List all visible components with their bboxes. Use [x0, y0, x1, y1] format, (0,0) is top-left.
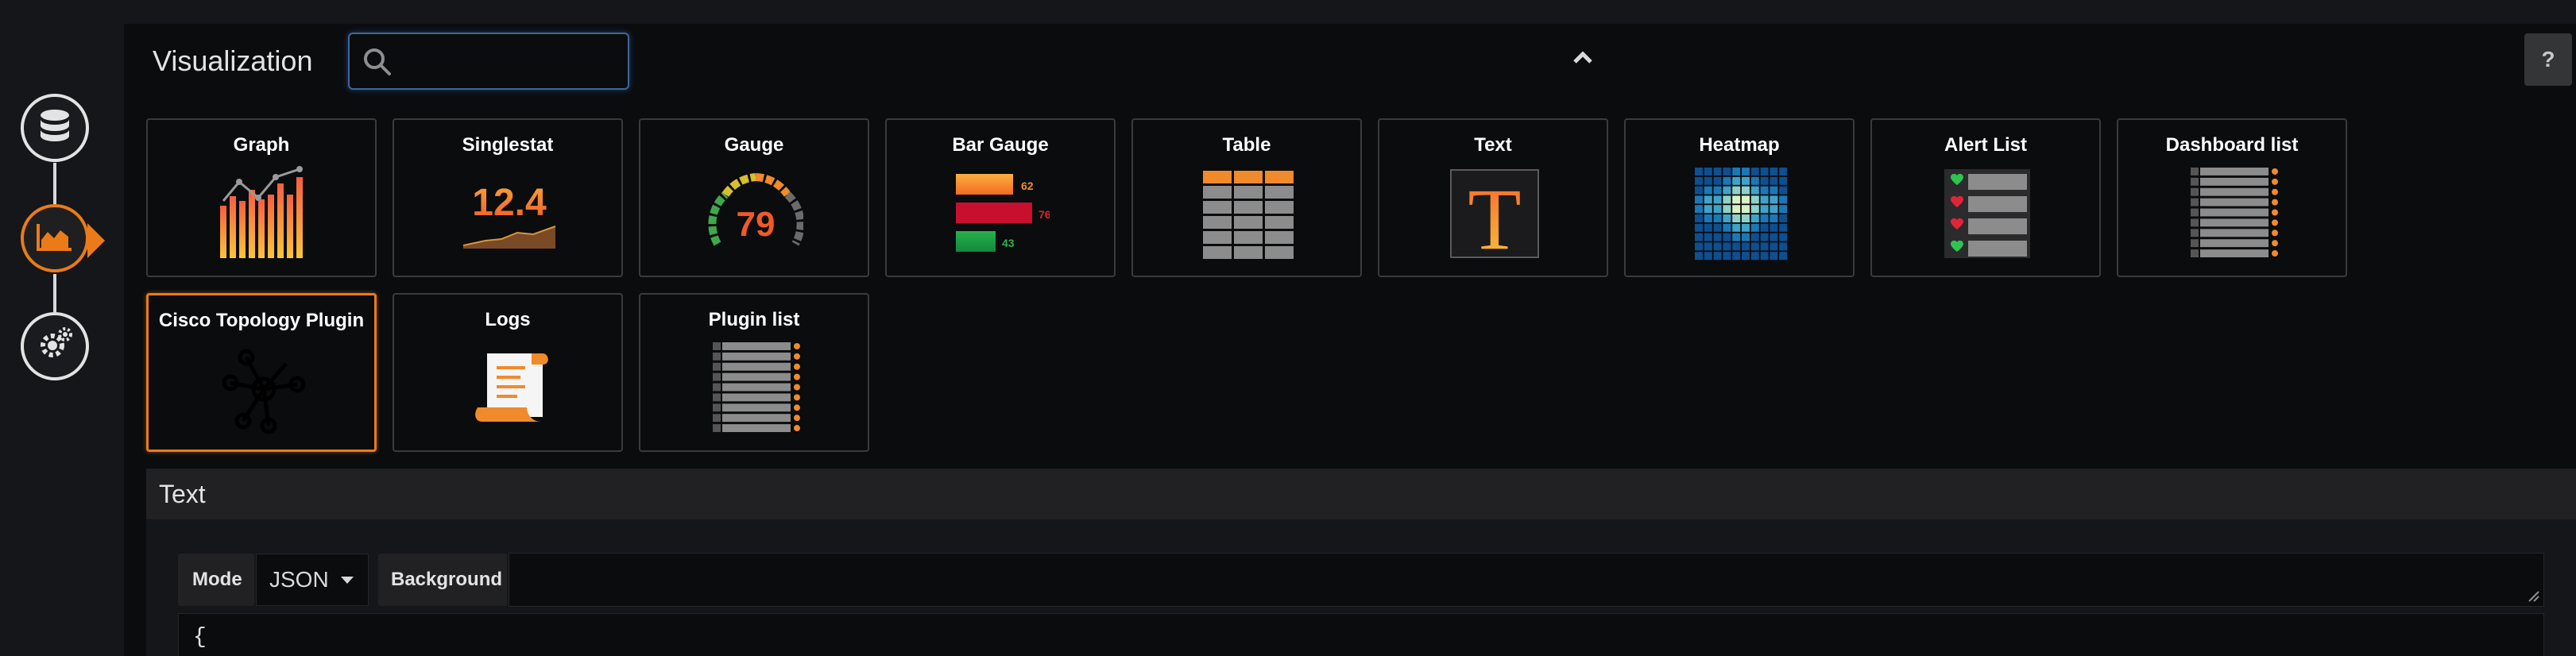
options-section-title: Text [159, 480, 206, 508]
bar-gauge-value: 43 [1002, 237, 1015, 249]
viz-card-bar-gauge[interactable]: Bar Gauge 62 76 43 [885, 118, 1116, 277]
bar-gauge-value: 76 [1039, 208, 1050, 221]
bar-gauge-value: 62 [1021, 179, 1034, 192]
help-button[interactable]: ? [2524, 33, 2572, 86]
card-title: Dashboard list [2165, 134, 2299, 156]
viz-card-table[interactable]: Table [1131, 118, 1362, 277]
scroll-icon [475, 353, 548, 422]
topology-icon [222, 349, 306, 434]
card-title: Graph [233, 134, 290, 156]
mode-select-value: JSON [269, 567, 329, 592]
viz-card-singlestat[interactable]: Singlestat 12.4 [393, 118, 623, 277]
rail-connector [53, 274, 56, 312]
chevron-up-icon [1573, 51, 1592, 64]
plugin-list-icon [713, 342, 800, 432]
viz-card-text[interactable]: Text T [1378, 118, 1608, 277]
bar-gauge-icon: 62 76 43 [956, 174, 1050, 252]
queries-tab[interactable] [21, 94, 89, 162]
card-title: Alert List [1944, 134, 2027, 156]
caret-down-icon [341, 577, 354, 584]
text-icon: T [1450, 169, 1539, 261]
section-title: Visualization [153, 44, 313, 77]
search-input[interactable] [405, 45, 620, 77]
card-title: Heatmap [1699, 134, 1780, 156]
visualization-tab[interactable] [21, 204, 89, 272]
collapse-button[interactable] [1567, 41, 1599, 73]
card-title: Cisco Topology Plugin [158, 310, 365, 331]
card-title: Text [1474, 134, 1512, 156]
singlestat-value: 12.4 [472, 182, 547, 224]
panel-editor: Visualization ? Graph Singlestat 12.4 Ga… [0, 0, 2576, 656]
background-input[interactable] [509, 553, 2544, 607]
active-step-pointer [87, 223, 105, 258]
card-title: Table [1222, 134, 1271, 156]
search-field[interactable] [348, 33, 629, 90]
viz-card-dashboard-list[interactable]: Dashboard list [2117, 118, 2347, 277]
table-icon [1203, 171, 1294, 259]
heatmap-icon [1695, 168, 1788, 260]
general-settings-tab[interactable] [21, 312, 89, 380]
gauge-value: 79 [737, 205, 776, 244]
text-glyph: T [1468, 171, 1521, 261]
search-icon [364, 48, 391, 75]
viz-card-graph[interactable]: Graph [146, 118, 377, 277]
gauge-icon: 79 [708, 173, 803, 246]
viz-card-alert-list[interactable]: Alert List [1870, 118, 2101, 277]
database-icon [37, 108, 73, 149]
viz-card-logs[interactable]: Logs [393, 293, 623, 452]
content-text: { [193, 625, 207, 650]
card-title: Singlestat [462, 134, 554, 156]
mode-label: Mode [178, 554, 254, 606]
card-title: Gauge [724, 134, 784, 156]
card-title: Logs [485, 309, 531, 330]
area-chart-icon [35, 221, 75, 257]
card-title: Bar Gauge [952, 134, 1049, 156]
viz-card-plugin-list[interactable]: Plugin list [639, 293, 869, 452]
top-strip [124, 0, 2576, 24]
resize-handle-icon[interactable] [2528, 590, 2540, 603]
dashboard-list-icon [2191, 168, 2278, 257]
background-label: Background [378, 554, 507, 606]
singlestat-icon: 12.4 [462, 182, 556, 249]
viz-card-cisco-topology-plugin[interactable]: Cisco Topology Plugin [146, 293, 377, 452]
content-editor[interactable]: { [178, 613, 2544, 656]
card-title: Plugin list [708, 309, 800, 330]
editor-rail [0, 0, 124, 656]
viz-card-gauge[interactable]: Gauge 79 [639, 118, 869, 277]
viz-card-heatmap[interactable]: Heatmap [1624, 118, 1855, 277]
rail-connector [53, 163, 56, 204]
graph-icon [220, 166, 303, 258]
alert-list-icon [1944, 169, 2030, 258]
gears-icon [35, 325, 75, 369]
options-section-header[interactable]: Text [146, 469, 2576, 519]
mode-select[interactable]: JSON [256, 554, 369, 606]
